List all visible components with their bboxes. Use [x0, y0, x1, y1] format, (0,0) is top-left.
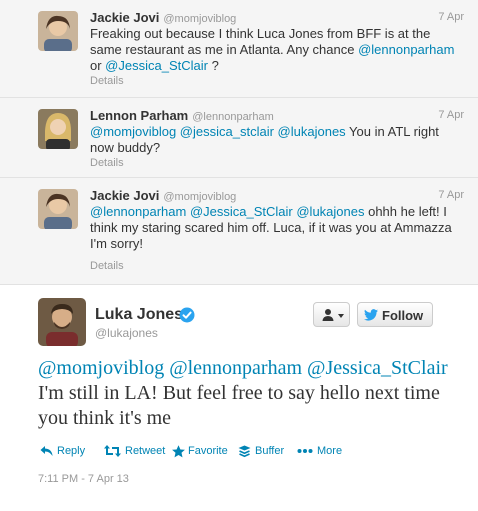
tweet-text: @momjoviblog @jessica_stclair @lukajones…	[90, 124, 462, 156]
follow-label: Follow	[382, 308, 424, 323]
buffer-icon	[238, 445, 251, 458]
tweet-text: @momjoviblog @lennonparham @Jessica_StCl…	[38, 356, 448, 431]
tweet-text-part: ?	[207, 58, 219, 73]
favorite-button[interactable]: Favorite	[172, 444, 236, 460]
reply-label: Reply	[57, 445, 86, 457]
tweet-text-part: or	[90, 58, 106, 73]
reply-icon	[40, 446, 53, 456]
mention-link[interactable]: @Jessica_StClair	[307, 357, 448, 379]
reply-button[interactable]: Reply	[40, 444, 92, 460]
tweet-actions: Reply Retweet Favorite Buffer More	[38, 444, 458, 460]
tweet-time[interactable]: 7 Apr	[438, 109, 464, 121]
tweet-text: @lennonparham @Jessica_StClair @lukajone…	[90, 204, 462, 252]
details-link[interactable]: Details	[90, 260, 124, 272]
author-name[interactable]: Jackie Jovi @momjoviblog	[90, 10, 236, 25]
author-handle[interactable]: @momjoviblog	[163, 191, 236, 203]
reply-tweet[interactable]: Jackie Jovi @momjoviblog 7 Apr @lennonpar…	[0, 178, 478, 285]
reply-tweet[interactable]: Jackie Jovi @momjoviblog 7 Apr Freaking o…	[0, 0, 478, 98]
retweet-icon	[104, 445, 121, 457]
chevron-down-icon	[338, 314, 344, 318]
mention-link[interactable]: @Jessica_StClair	[190, 204, 293, 219]
avatar[interactable]	[38, 298, 86, 346]
author-name[interactable]: Lennon Parham @lennonparham	[90, 108, 274, 123]
buffer-label: Buffer	[255, 445, 285, 457]
tweet-timestamp[interactable]: 7:11 PM - 7 Apr 13	[38, 473, 129, 485]
retweet-label: Retweet	[125, 445, 166, 457]
tweet-text-part: I'm still in LA! But feel free to say he…	[38, 382, 440, 429]
retweet-button[interactable]: Retweet	[104, 444, 174, 460]
buffer-button[interactable]: Buffer	[238, 444, 290, 460]
mention-link[interactable]: @lukajones	[278, 124, 346, 139]
main-tweet: Luka Jones @lukajones Follow @momjoviblo…	[0, 285, 478, 511]
mention-link[interactable]: @momjoviblog	[38, 357, 164, 379]
tweet-time[interactable]: 7 Apr	[438, 11, 464, 23]
mention-link[interactable]: @Jessica_StClair	[105, 58, 208, 73]
author-handle[interactable]: @lennonparham	[192, 111, 274, 123]
bird-icon	[364, 309, 378, 321]
mention-link[interactable]: @lennonparham	[90, 204, 186, 219]
more-label: More	[317, 445, 343, 457]
user-actions-dropdown[interactable]	[313, 302, 350, 327]
more-icon	[297, 449, 313, 453]
favorite-label: Favorite	[188, 445, 228, 457]
user-icon	[322, 309, 334, 321]
author-name[interactable]: Luka Jones	[95, 306, 183, 324]
avatar[interactable]	[38, 11, 78, 51]
mention-link[interactable]: @jessica_stclair	[180, 124, 274, 139]
details-link[interactable]: Details	[90, 75, 124, 87]
star-icon	[172, 445, 185, 458]
more-button[interactable]: More	[297, 444, 345, 460]
author-handle[interactable]: @lukajones	[95, 326, 158, 340]
author-handle[interactable]: @momjoviblog	[163, 13, 236, 25]
mention-link[interactable]: @lennonparham	[169, 357, 302, 379]
author-name[interactable]: Jackie Jovi @momjoviblog	[90, 188, 236, 203]
avatar[interactable]	[38, 189, 78, 229]
verified-badge-icon	[179, 307, 195, 323]
details-link[interactable]: Details	[90, 157, 124, 169]
mention-link[interactable]: @lukajones	[296, 204, 364, 219]
tweet-text: Freaking out because I think Luca Jones …	[90, 26, 462, 74]
mention-link[interactable]: @momjoviblog	[90, 124, 176, 139]
tweet-time[interactable]: 7 Apr	[438, 189, 464, 201]
follow-button[interactable]: Follow	[357, 302, 433, 327]
mention-link[interactable]: @lennonparham	[358, 42, 454, 57]
avatar[interactable]	[38, 109, 78, 149]
reply-tweet[interactable]: Lennon Parham @lennonparham 7 Apr @momjov…	[0, 98, 478, 178]
